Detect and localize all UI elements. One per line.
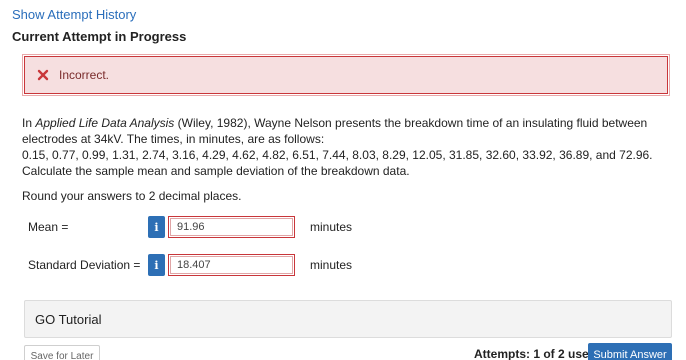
go-tutorial-panel[interactable]: GO Tutorial — [24, 300, 672, 338]
std-dev-label: Standard Deviation = — [28, 258, 141, 272]
alert-message: Incorrect. — [59, 68, 110, 82]
current-attempt-title: Current Attempt in Progress — [12, 29, 187, 44]
mean-label: Mean = — [28, 220, 69, 234]
question-intro: In Applied Life Data Analysis (Wiley, 19… — [22, 115, 672, 147]
assignment-page: Show Attempt History Current Attempt in … — [0, 0, 686, 360]
question-instruction: Calculate the sample mean and sample dev… — [22, 164, 410, 178]
submit-answer-button[interactable]: Submit Answer — [588, 343, 672, 360]
mean-answer-row: Mean = — [28, 216, 148, 238]
data-values: 0.15, 0.77, 0.99, 1.31, 2.74, 3.16, 4.29… — [22, 148, 653, 162]
std-dev-info-button[interactable]: i — [148, 254, 165, 276]
incorrect-alert: Incorrect. — [22, 54, 670, 96]
book-title: Applied Life Data Analysis — [35, 116, 175, 130]
mean-input[interactable] — [168, 216, 295, 238]
std-dev-input[interactable] — [168, 254, 295, 276]
mean-unit: minutes — [310, 220, 353, 234]
std-dev-answer-row: Standard Deviation = — [28, 254, 148, 276]
attempts-counter: Attempts: 1 of 2 used — [474, 347, 597, 360]
save-for-later-button[interactable]: Save for Later — [24, 345, 100, 360]
std-dev-unit: minutes — [310, 258, 353, 272]
rounding-instruction: Round your answers to 2 decimal places. — [22, 189, 242, 203]
x-mark-icon — [37, 69, 49, 81]
question-text: In Applied Life Data Analysis (Wiley, 19… — [22, 115, 672, 204]
intro-prefix: In — [22, 116, 36, 130]
show-attempt-history-link[interactable]: Show Attempt History — [12, 7, 136, 22]
mean-info-button[interactable]: i — [148, 216, 165, 238]
